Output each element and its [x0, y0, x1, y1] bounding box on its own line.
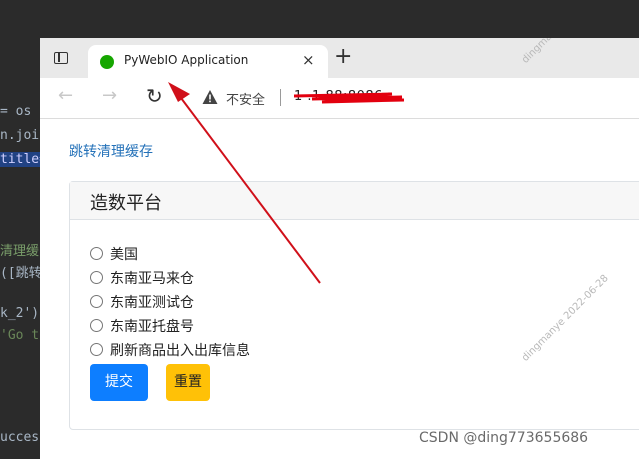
csdn-watermark: CSDN @ding773655686 [419, 430, 589, 446]
annotation-arrow [168, 82, 321, 284]
